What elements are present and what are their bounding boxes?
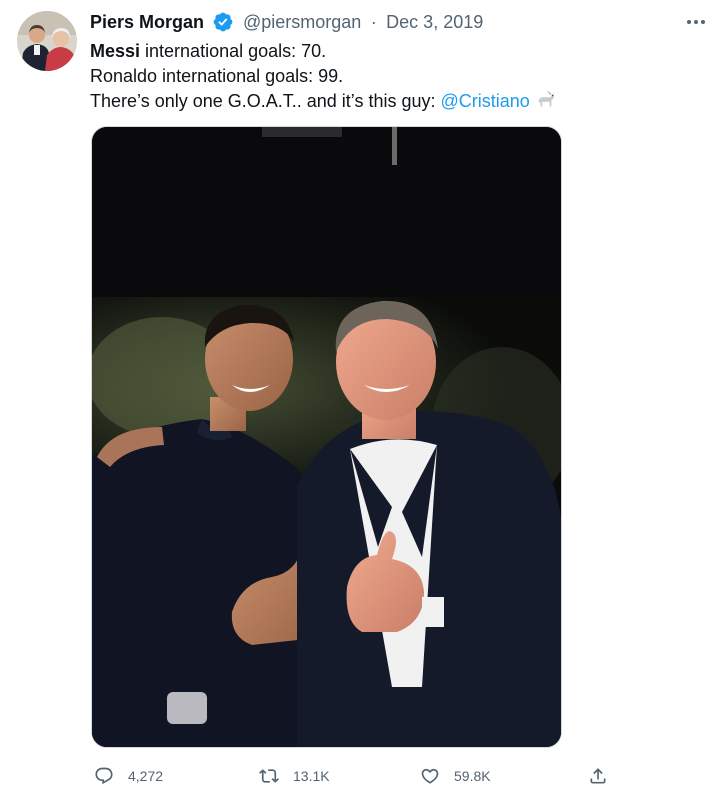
like-icon bbox=[421, 768, 439, 784]
goat-emoji-icon bbox=[538, 91, 554, 107]
reply-button[interactable]: 4,272 bbox=[94, 760, 163, 792]
tweet-card[interactable]: Piers Morgan @piersmorgan · Dec 3, 2019 … bbox=[0, 0, 720, 800]
author-name[interactable]: Piers Morgan bbox=[90, 12, 204, 32]
tweet-header: Piers Morgan @piersmorgan · Dec 3, 2019 bbox=[90, 11, 483, 33]
author-handle[interactable]: @piersmorgan bbox=[243, 12, 361, 32]
retweet-button[interactable]: 13.1K bbox=[259, 760, 330, 792]
reply-icon bbox=[95, 767, 113, 785]
like-button[interactable]: 59.8K bbox=[420, 760, 491, 792]
mention-link[interactable]: @Cristiano bbox=[441, 91, 530, 111]
tweet-line-3: There’s only one G.O.A.T.. and it’s this… bbox=[90, 89, 690, 114]
author-avatar[interactable] bbox=[17, 11, 77, 71]
avatar-photo bbox=[17, 11, 77, 71]
share-button[interactable] bbox=[588, 760, 608, 792]
verified-badge-icon bbox=[214, 12, 233, 32]
header-separator: · bbox=[370, 12, 377, 32]
bold-word: Messi bbox=[90, 41, 141, 61]
reply-count: 4,272 bbox=[128, 768, 164, 784]
tweet-photo[interactable] bbox=[91, 126, 562, 748]
tweet-line-2: Ronaldo international goals: 99. bbox=[90, 66, 344, 86]
line-3-text: There’s only one G.O.A.T.. and it’s this… bbox=[90, 91, 441, 111]
retweet-count: 13.1K bbox=[293, 768, 330, 784]
photo-selfie-two-men-thumbs-up bbox=[92, 127, 561, 747]
tweet-line-1: Messi international goals: 70. bbox=[90, 39, 690, 64]
tweet-actions: 4,272 13.1K 59.8K bbox=[0, 760, 720, 792]
share-icon bbox=[590, 768, 606, 784]
tweet-date[interactable]: Dec 3, 2019 bbox=[386, 12, 483, 32]
more-icon[interactable] bbox=[684, 14, 708, 30]
line-1-rest: international goals: 70. bbox=[140, 41, 327, 61]
tweet-text: Messi international goals: 70. Ronaldo i… bbox=[90, 39, 690, 114]
retweet-icon bbox=[259, 769, 279, 783]
like-count: 59.8K bbox=[454, 768, 491, 784]
